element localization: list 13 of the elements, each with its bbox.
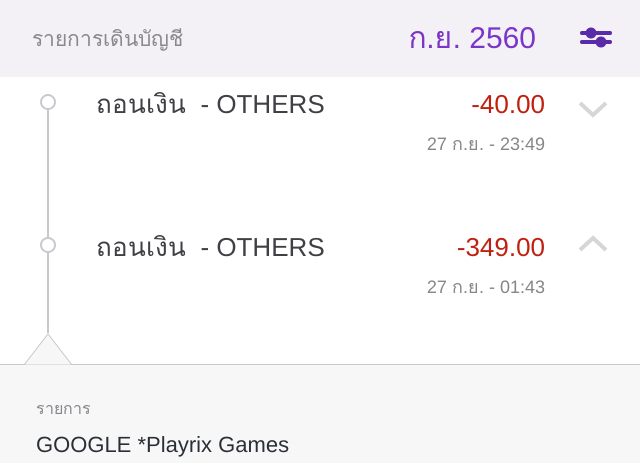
- transaction-time: 27 ก.ย. - 01:43: [426, 276, 545, 299]
- transaction-title: ถอนเงิน - OTHERS: [96, 88, 325, 121]
- collapse-icon[interactable]: [576, 235, 608, 253]
- detail-value: GOOGLE *Playrix Games: [36, 431, 290, 459]
- transaction-title: ถอนเงิน - OTHERS: [96, 231, 325, 264]
- month-selector[interactable]: ก.ย. 2560: [408, 16, 536, 61]
- detail-label: รายการ: [36, 400, 92, 420]
- transaction-time: 27 ก.ย. - 23:49: [426, 133, 545, 156]
- expand-icon[interactable]: [576, 100, 608, 118]
- transaction-amount: -40.00: [471, 88, 545, 121]
- page-title: รายการเดินบัญชี: [32, 27, 183, 54]
- transaction-amount: -349.00: [456, 231, 545, 264]
- filter-icon[interactable]: [580, 24, 612, 48]
